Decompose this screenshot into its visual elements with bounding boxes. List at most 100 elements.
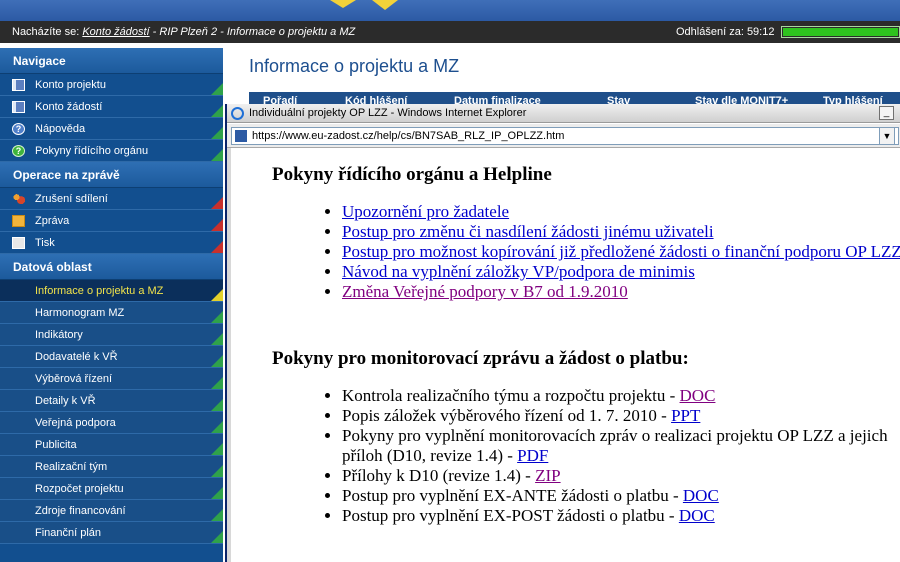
- helpline-links-list: Upozornění pro žadatele Postup pro změnu…: [272, 202, 900, 302]
- minimize-icon[interactable]: _: [879, 106, 894, 120]
- corner-triangle-icon: [211, 487, 223, 499]
- list-item: Pokyny pro vyplnění monitorovacích zpráv…: [342, 426, 900, 466]
- envelope-icon: [12, 215, 25, 227]
- sidebar-item-financni-plan[interactable]: Finanční plán: [0, 522, 223, 544]
- sidebar-item-label: Realizační tým: [35, 461, 108, 473]
- address-bar: https://www.eu-zadost.cz/help/cs/BN7SAB_…: [227, 124, 900, 148]
- corner-triangle-icon: [211, 311, 223, 323]
- corner-triangle-icon: [211, 377, 223, 389]
- url-field[interactable]: https://www.eu-zadost.cz/help/cs/BN7SAB_…: [231, 127, 899, 145]
- corner-triangle-icon: [211, 149, 223, 161]
- session-progress-bar: [781, 26, 900, 38]
- window-border: [227, 148, 231, 562]
- corner-triangle-icon: [211, 289, 223, 301]
- book-icon: [12, 101, 25, 113]
- sidebar-item-verejna-podpora[interactable]: Veřejná podpora: [0, 412, 223, 434]
- sidebar-item-label: Publicita: [35, 439, 77, 451]
- corner-triangle-icon: [211, 443, 223, 455]
- sidebar-item-label: Konto projektu: [35, 79, 106, 91]
- sidebar-item-tisk[interactable]: Tisk: [0, 232, 223, 254]
- sidebar-item-informace-o-projektu[interactable]: Informace o projektu a MZ: [0, 280, 223, 302]
- sidebar-item-dodavatele[interactable]: Dodavatelé k VŘ: [0, 346, 223, 368]
- corner-triangle-icon: [211, 197, 223, 209]
- corner-triangle-icon: [211, 219, 223, 231]
- sidebar-item-label: Konto žádostí: [35, 101, 103, 113]
- chevron-down-icon[interactable]: ▼: [879, 127, 895, 145]
- sidebar-item-label: Výběrová řízení: [35, 373, 113, 385]
- logout-label: Odhlášení za:: [676, 26, 744, 38]
- monitoring-list: Kontrola realizačního týmu a rozpočtu pr…: [272, 386, 900, 526]
- url-text: https://www.eu-zadost.cz/help/cs/BN7SAB_…: [252, 130, 565, 142]
- internet-explorer-icon: [231, 107, 244, 120]
- pdf-link[interactable]: PDF: [517, 446, 548, 465]
- corner-triangle-icon: [211, 241, 223, 253]
- book-icon: [12, 79, 25, 91]
- corner-triangle-icon: [211, 355, 223, 367]
- sidebar-item-label: Zrušení sdílení: [35, 193, 108, 205]
- application-window: Nacházíte se: Konto žádostí - RIP Plzeň …: [0, 0, 900, 562]
- sidebar-item-pokyny[interactable]: ? Pokyny řídícího orgánu: [0, 140, 223, 162]
- link-postup-kopirovani[interactable]: Postup pro možnost kopírování již předlo…: [342, 242, 900, 261]
- star-decoration: [372, 0, 398, 10]
- list-item: Kontrola realizačního týmu a rozpočtu pr…: [342, 386, 900, 406]
- link-navod-vp[interactable]: Návod na vyplnění záložky VP/podpora de …: [342, 262, 695, 281]
- zip-link[interactable]: ZIP: [535, 466, 561, 485]
- sidebar-item-zprava[interactable]: Zpráva: [0, 210, 223, 232]
- sidebar-item-napoveda[interactable]: ? Nápověda: [0, 118, 223, 140]
- ppt-link[interactable]: PPT: [671, 406, 700, 425]
- corner-triangle-icon: [211, 105, 223, 117]
- list-item: Změna Veřejné podpory v B7 od 1.9.2010: [342, 282, 900, 302]
- sidebar-item-rozpocet[interactable]: Rozpočet projektu: [0, 478, 223, 500]
- help-icon: ?: [12, 123, 25, 135]
- sidebar-item-konto-zadosti[interactable]: Konto žádostí: [0, 96, 223, 118]
- logout-time: 59:12: [746, 26, 775, 38]
- sidebar-item-vyberova-rizeni[interactable]: Výběrová řízení: [0, 368, 223, 390]
- corner-triangle-icon: [211, 127, 223, 139]
- sidebar-item-zdroje-financovani[interactable]: Zdroje financování: [0, 500, 223, 522]
- list-item: Postup pro vyplnění EX-POST žádosti o pl…: [342, 506, 900, 526]
- sidebar-item-label: Nápověda: [35, 123, 86, 135]
- sidebar-item-label: Pokyny řídícího orgánu: [35, 145, 149, 157]
- sidebar-item-label: Dodavatelé k VŘ: [35, 351, 118, 363]
- link-postup-zmena[interactable]: Postup pro změnu či nasdílení žádosti ji…: [342, 222, 714, 241]
- sidebar-item-indikatory[interactable]: Indikátory: [0, 324, 223, 346]
- doc-link[interactable]: DOC: [683, 486, 719, 505]
- list-item: Popis záložek výběrového řízení od 1. 7.…: [342, 406, 900, 426]
- page-title: Informace o projektu a MZ: [249, 56, 460, 76]
- sidebar-item-harmonogram[interactable]: Harmonogram MZ: [0, 302, 223, 324]
- breadcrumb-rest: - RIP Plzeň 2 - Informace o projektu a M…: [152, 26, 356, 38]
- sidebar-item-label: Indikátory: [35, 329, 83, 341]
- doc-link[interactable]: DOC: [680, 386, 716, 405]
- logout-timer: Odhlášení za: 59:12: [676, 21, 774, 43]
- sidebar-item-realizacni-tym[interactable]: Realizační tým: [0, 456, 223, 478]
- list-item: Postup pro změnu či nasdílení žádosti ji…: [342, 222, 900, 242]
- link-zmena-verejne-podpory[interactable]: Změna Veřejné podpory v B7 od 1.9.2010: [342, 282, 628, 301]
- popup-titlebar[interactable]: Individuální projekty OP LZZ - Windows I…: [227, 104, 900, 123]
- list-item: Upozornění pro žadatele: [342, 202, 900, 222]
- breadcrumb-bar: Nacházíte se: Konto žádostí - RIP Plzeň …: [0, 21, 900, 43]
- sidebar-section-operace: Operace na zprávě: [0, 162, 223, 188]
- sidebar-item-label: Informace o projektu a MZ: [35, 285, 164, 297]
- help-document: Pokyny řídícího orgánu a Helpline Upozor…: [272, 164, 900, 526]
- sidebar-item-konto-projektu[interactable]: Konto projektu: [0, 74, 223, 96]
- page-favicon-icon: [235, 130, 247, 142]
- popup-title: Individuální projekty OP LZZ - Windows I…: [249, 107, 527, 119]
- sidebar-item-publicita[interactable]: Publicita: [0, 434, 223, 456]
- sidebar-item-zruseni-sdileni[interactable]: Zrušení sdílení: [0, 188, 223, 210]
- breadcrumb-link-konto-zadosti[interactable]: Konto žádostí: [82, 26, 149, 38]
- sidebar-section-datova-oblast: Datová oblast: [0, 254, 223, 280]
- sidebar-item-label: Zpráva: [35, 215, 70, 227]
- top-banner: [0, 0, 900, 21]
- sidebar-section-navigace: Navigace: [0, 48, 223, 74]
- corner-triangle-icon: [211, 509, 223, 521]
- sidebar-item-label: Zdroje financování: [35, 505, 126, 517]
- corner-triangle-icon: [211, 465, 223, 477]
- sidebar-item-label: Finanční plán: [35, 527, 102, 539]
- sidebar-item-label: Harmonogram MZ: [35, 307, 125, 319]
- link-upozorneni[interactable]: Upozornění pro žadatele: [342, 202, 509, 221]
- breadcrumb: Nacházíte se: Konto žádostí - RIP Plzeň …: [12, 21, 355, 43]
- sidebar-item-detaily[interactable]: Detaily k VŘ: [0, 390, 223, 412]
- doc-link[interactable]: DOC: [679, 506, 715, 525]
- corner-triangle-icon: [211, 333, 223, 345]
- section-heading: Pokyny řídícího orgánu a Helpline: [272, 164, 552, 185]
